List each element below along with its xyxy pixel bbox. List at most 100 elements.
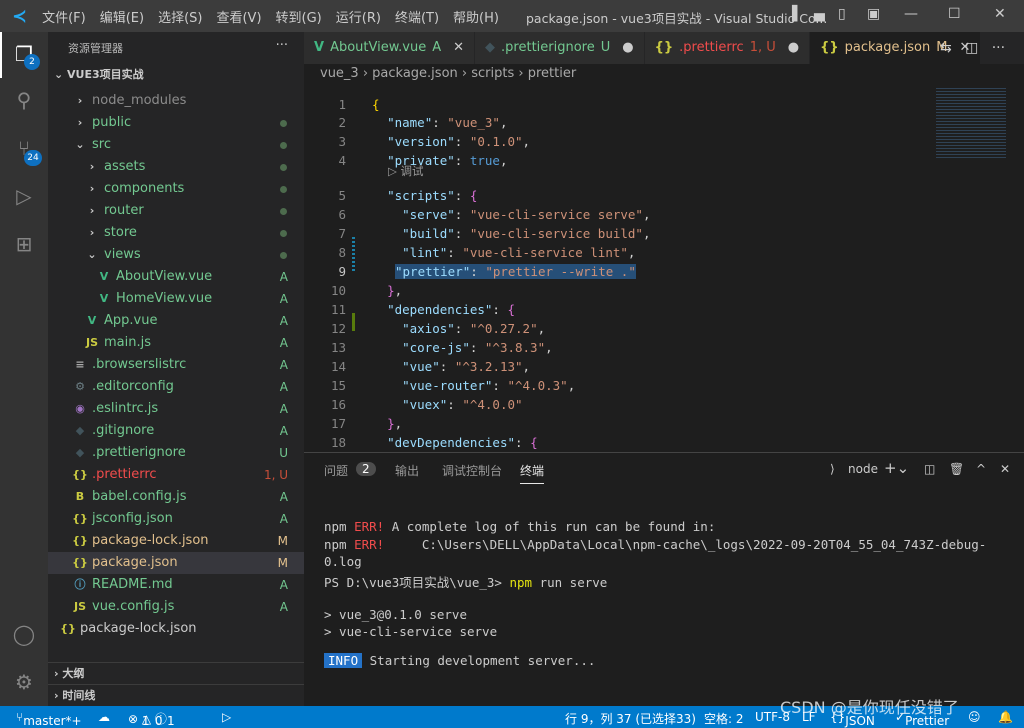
run-debug-icon[interactable]: ▷ — [12, 184, 36, 208]
tree-item[interactable]: ≡ .browserslistrc A — [48, 354, 304, 376]
split-terminal-icon[interactable]: ◫ — [924, 462, 935, 476]
minimize-button[interactable]: — — [904, 6, 918, 22]
line-number: 11 — [330, 302, 346, 317]
tree-item[interactable]: ◆ .prettierignore U — [48, 442, 304, 464]
project-root[interactable]: ⌄ VUE3项目实战 — [48, 64, 304, 86]
breadcrumb-item[interactable]: prettier — [528, 66, 576, 81]
unsaved-dot[interactable]: ● — [788, 40, 799, 55]
toggle-sidebar-icon[interactable]: ▌ — [792, 6, 803, 22]
tree-item[interactable]: ⌄ src — [48, 134, 304, 156]
timeline-section[interactable]: › 时间线 — [48, 684, 304, 706]
settings-gear-icon[interactable]: ⚙ — [12, 670, 36, 694]
tree-item[interactable]: JS main.js A — [48, 332, 304, 354]
tree-item[interactable]: › router — [48, 200, 304, 222]
close-panel-icon[interactable]: ✕ — [1000, 462, 1010, 476]
line-number: 10 — [330, 283, 346, 298]
code-line: "axios": "^0.27.2", — [372, 321, 545, 336]
close-window-button[interactable]: ✕ — [994, 6, 1006, 22]
minimap[interactable] — [936, 88, 1006, 158]
menu-item[interactable]: 运行(R) — [329, 7, 388, 26]
debug-icon[interactable]: ▷ — [222, 710, 231, 724]
vue-icon: V — [99, 292, 109, 305]
split-editor-icon[interactable]: ◫ — [965, 40, 978, 56]
breadcrumb-item[interactable]: vue_3 — [320, 66, 359, 81]
tree-item[interactable]: {} .prettierrc 1, U — [48, 464, 304, 486]
tab-label: .prettierignore — [501, 40, 595, 55]
code-token: "0.1.0" — [469, 134, 523, 149]
debug-codelens[interactable]: ▷ 调试 — [388, 163, 424, 179]
tab-output[interactable]: 输出 — [395, 462, 419, 479]
tab-prettierrc[interactable]: {} .prettierrc 1, U ● — [644, 32, 811, 64]
tree-item[interactable]: {} package-lock.json — [48, 618, 304, 640]
search-icon[interactable]: ⚲ — [12, 88, 36, 112]
chevron-right-icon: › — [89, 226, 95, 239]
code-token: : — [492, 378, 508, 393]
menu-item[interactable]: 转到(G) — [269, 7, 329, 26]
tree-item[interactable]: › store — [48, 222, 304, 244]
tree-item[interactable]: › components — [48, 178, 304, 200]
tab-status: A — [432, 40, 442, 55]
sync-icon[interactable]: ☁ — [98, 710, 110, 724]
tree-item[interactable]: ◆ .gitignore A — [48, 420, 304, 442]
tree-item[interactable]: {} package.json M — [48, 552, 304, 574]
tree-item-label: AboutView.vue — [116, 269, 213, 284]
tree-item[interactable]: V AboutView.vue A — [48, 266, 304, 288]
account-icon[interactable]: ◯ — [12, 622, 36, 646]
outline-section[interactable]: › 大纲 — [48, 662, 304, 684]
menu-item[interactable]: 选择(S) — [151, 7, 209, 26]
more-icon[interactable]: ··· — [992, 40, 1005, 56]
breadcrumb-item[interactable]: scripts — [471, 66, 514, 81]
tree-item[interactable]: ⓘ README.md A — [48, 574, 304, 596]
maximize-button[interactable]: ☐ — [948, 6, 961, 22]
tree-item[interactable]: V HomeView.vue A — [48, 288, 304, 310]
close-tab-icon[interactable]: ✕ — [453, 40, 464, 55]
toggle-secondary-icon[interactable]: ▯ — [838, 6, 846, 22]
layout-icon[interactable]: ▣ — [867, 6, 880, 22]
git-icon: ◆ — [485, 40, 496, 55]
git-status: U — [279, 446, 288, 460]
tree-item[interactable]: {} package-lock.json M — [48, 530, 304, 552]
watermark: CSDN @是你现任没错了 — [780, 698, 959, 717]
tree-item[interactable]: ⌄ views — [48, 244, 304, 266]
tree-item[interactable]: JS vue.config.js A — [48, 596, 304, 618]
extensions-icon[interactable]: ⊞ — [12, 232, 36, 256]
branch-indicator[interactable]: ⑂ master*+ — [16, 710, 82, 728]
feedback-icon[interactable]: ☺ — [968, 710, 981, 724]
tree-item[interactable]: V App.vue A — [48, 310, 304, 332]
unsaved-dot[interactable]: ● — [622, 40, 633, 55]
menu-item[interactable]: 终端(T) — [388, 7, 446, 26]
breadcrumb-item[interactable]: package.json — [372, 66, 458, 81]
menu-item[interactable]: 查看(V) — [209, 7, 268, 26]
code-token: "vue_3" — [447, 115, 500, 130]
tree-item[interactable]: Bbabel.config.js A — [48, 486, 304, 508]
tree-item[interactable]: {} jsconfig.json A — [48, 508, 304, 530]
tree-item-label: jsconfig.json — [92, 511, 173, 526]
menu-item[interactable]: 帮助(H) — [446, 7, 506, 26]
trash-icon[interactable]: 🗑 — [949, 462, 964, 476]
open-changes-icon[interactable]: ⇆ — [940, 40, 952, 56]
cursor-position[interactable]: 行 9，列 37 (已选择33) — [565, 710, 696, 727]
problems-indicator[interactable]: ⊗ 1 △ 0 ⓘ 1 — [128, 710, 175, 728]
indentation[interactable]: 空格: 2 — [704, 710, 744, 727]
chevron-right-icon: › — [89, 160, 95, 173]
tab-debug-console[interactable]: 调试控制台 — [442, 462, 502, 479]
tab-terminal[interactable]: 终端 — [520, 462, 545, 484]
tree-item[interactable]: › node_modules — [48, 90, 304, 112]
code-line: "prettier": "prettier --write ." — [395, 264, 636, 279]
tree-item[interactable]: › public — [48, 112, 304, 134]
more-actions-button[interactable]: ··· — [276, 38, 288, 53]
menu-item[interactable]: 编辑(E) — [93, 7, 151, 26]
tab-AboutViewvue[interactable]: V AboutView.vue A ✕ — [304, 32, 476, 64]
toggle-panel-icon[interactable]: ▄ — [814, 6, 825, 22]
notifications-icon[interactable]: 🔔 — [998, 710, 1013, 724]
menu-item[interactable]: 文件(F) — [35, 7, 93, 26]
tab-prettierignore[interactable]: ◆ .prettierignore U ● — [475, 32, 645, 64]
tree-item[interactable]: › assets — [48, 156, 304, 178]
maximize-panel-icon[interactable]: ^ — [976, 462, 986, 476]
tree-item[interactable]: ◉ .eslintrc.js A — [48, 398, 304, 420]
new-terminal-icon[interactable]: +⌄ — [884, 459, 909, 477]
tab-problems[interactable]: 问题 — [324, 462, 348, 479]
terminal-selector[interactable]: node — [848, 462, 878, 476]
tree-item[interactable]: ⚙ .editorconfig A — [48, 376, 304, 398]
